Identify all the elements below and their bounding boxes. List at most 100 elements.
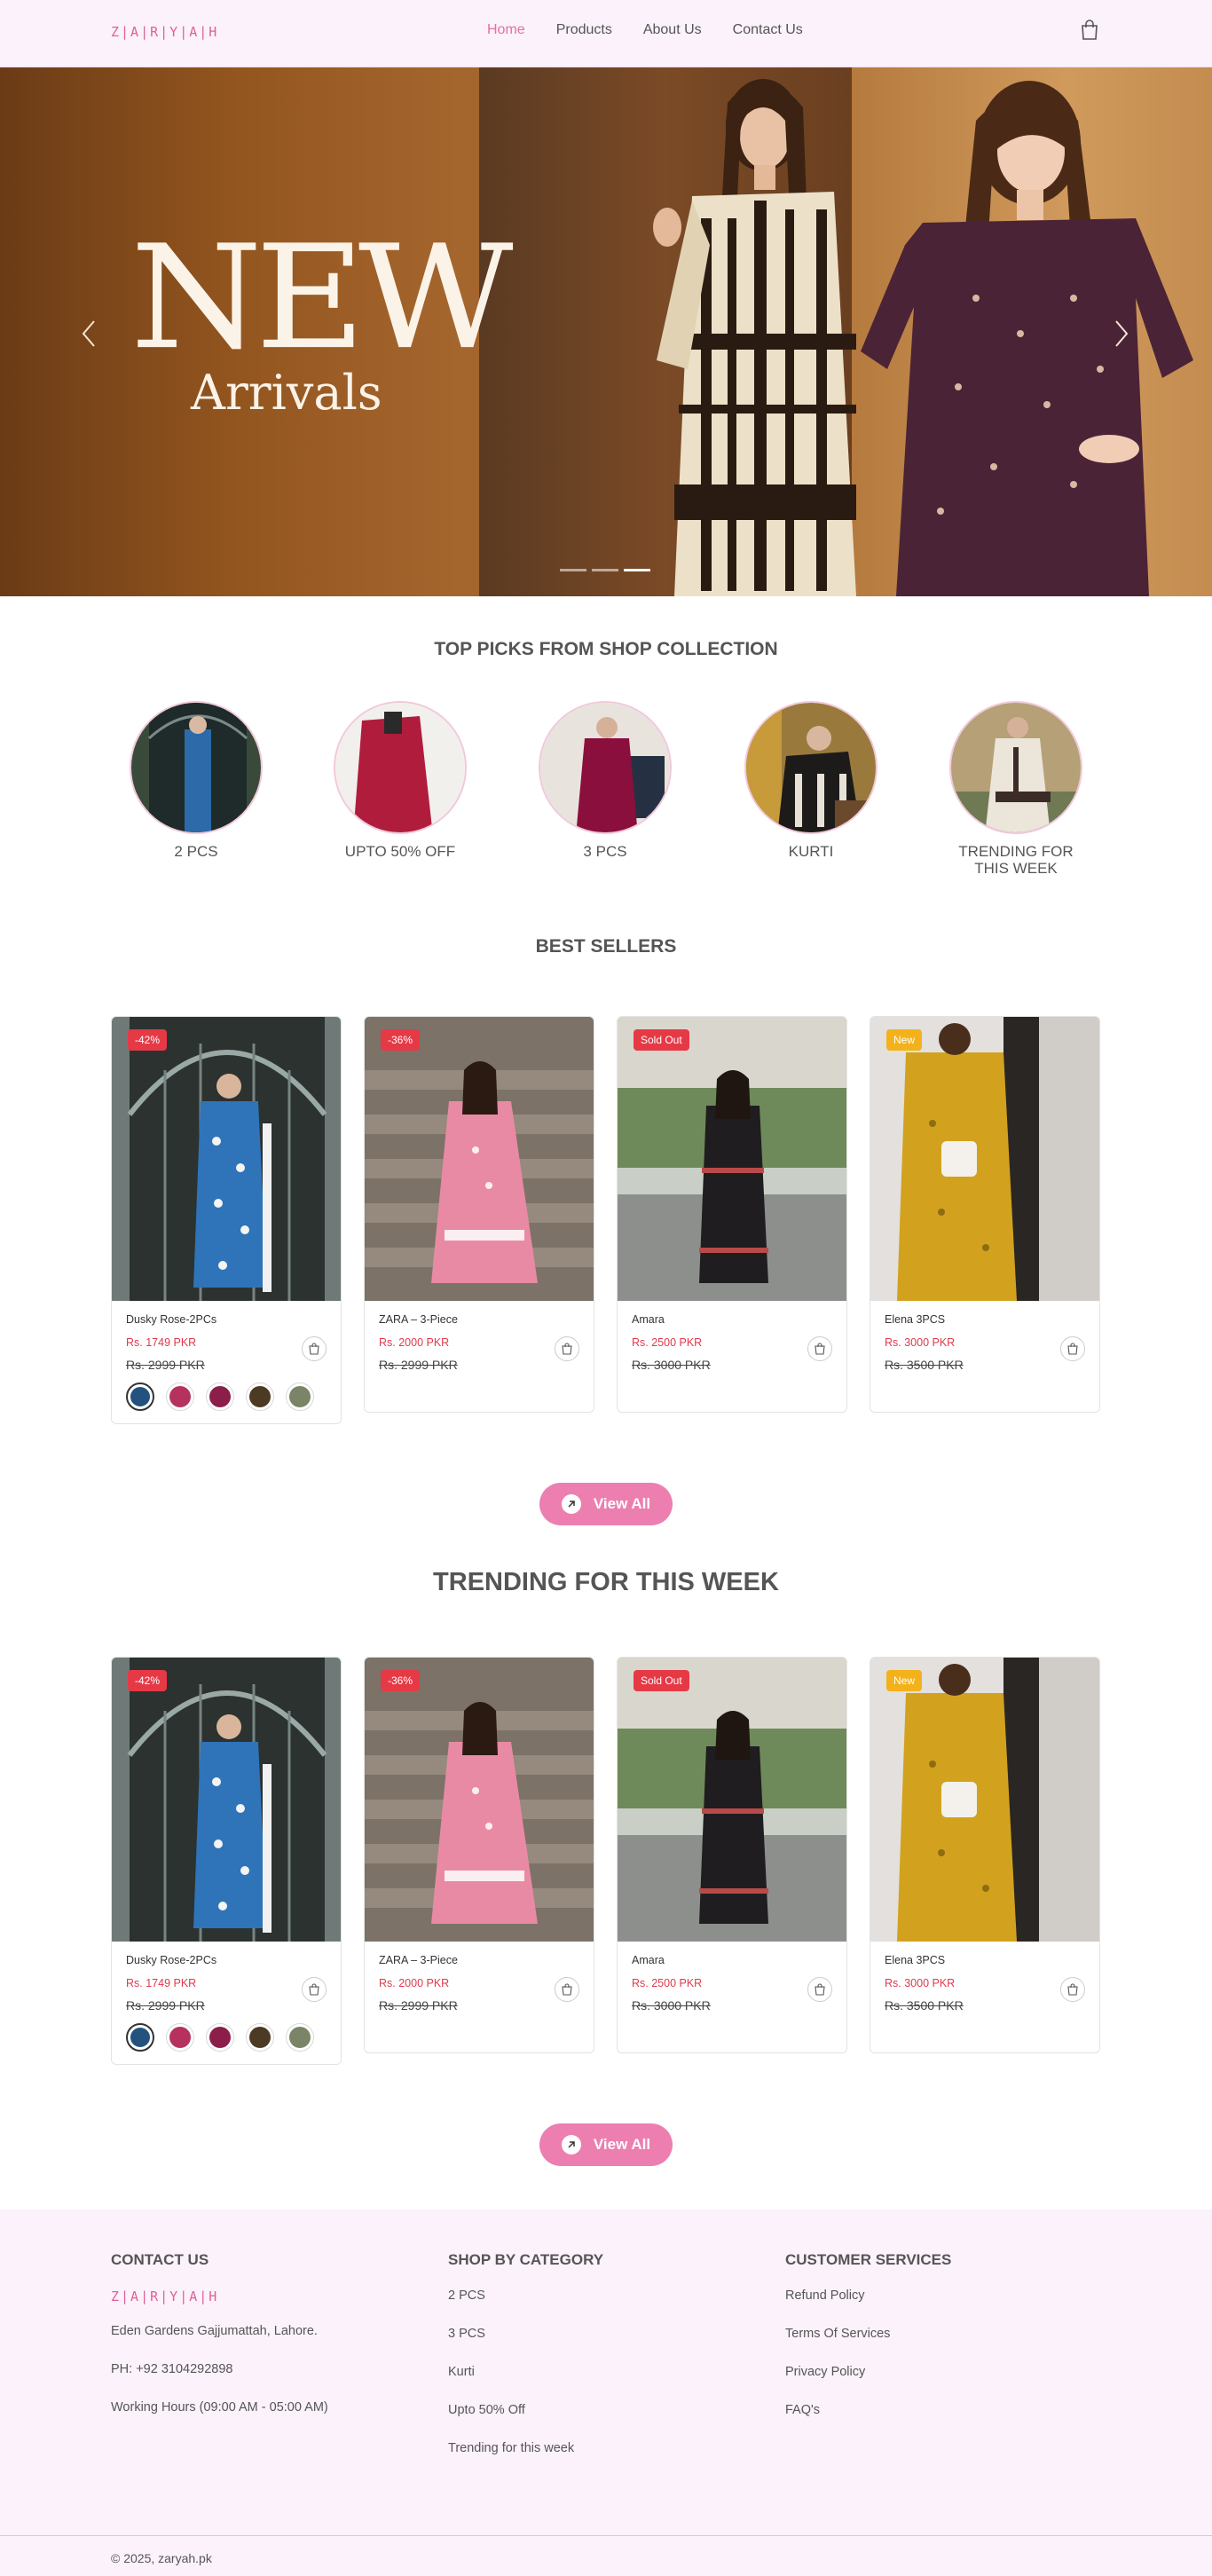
product-old-price: Rs. 3500 PKR <box>885 1358 964 1372</box>
model-printed-outfit-image <box>653 79 856 596</box>
product-name[interactable]: Amara <box>632 1313 832 1326</box>
footer-link-trending[interactable]: Trending for this week <box>448 2441 603 2455</box>
swatch-2[interactable] <box>166 1383 194 1411</box>
slide-dot-2[interactable] <box>592 569 618 571</box>
product-card[interactable]: Sold Out Amara Rs. 2500 PKR Rs. 3000 PKR <box>617 1016 847 1413</box>
model-purple-outfit-image <box>861 81 1193 596</box>
nav-contact-us[interactable]: Contact Us <box>733 22 803 38</box>
nav-home[interactable]: Home <box>487 22 525 38</box>
product-card[interactable]: -42% Dusky Rose-2PCs Rs. 1749 PKR Rs. 29… <box>111 1657 342 2065</box>
add-to-cart-button[interactable] <box>1060 1336 1085 1361</box>
product-image: Sold Out <box>618 1017 846 1301</box>
product-old-price: Rs. 3000 PKR <box>632 1358 711 1372</box>
product-price: Rs. 2500 PKR <box>632 1977 703 1989</box>
product-name[interactable]: Dusky Rose-2PCs <box>126 1954 327 1966</box>
add-to-cart-button[interactable] <box>807 1336 832 1361</box>
hero-banner[interactable]: NEW Arrivals <box>0 67 1212 596</box>
shopping-bag-icon <box>815 1983 825 1996</box>
product-name[interactable]: Elena 3PCS <box>885 1313 1085 1326</box>
add-to-cart-button[interactable] <box>555 1977 579 2002</box>
product-image: -36% <box>365 1017 594 1301</box>
product-image: Sold Out <box>618 1658 846 1942</box>
add-to-cart-button[interactable] <box>1060 1977 1085 2002</box>
footer-categories: SHOP BY CATEGORY 2 PCS 3 PCS Kurti Upto … <box>448 2251 603 2479</box>
footer-link-kurti[interactable]: Kurti <box>448 2365 603 2379</box>
product-price: Rs. 2000 PKR <box>379 1336 450 1349</box>
discount-badge: -36% <box>381 1670 421 1691</box>
view-all-label: View All <box>593 1495 651 1512</box>
nav-about-us[interactable]: About Us <box>643 22 702 38</box>
footer-phone: PH: +92 3104292898 <box>111 2362 233 2376</box>
footer-link-terms[interactable]: Terms Of Services <box>785 2327 951 2341</box>
footer-link-2pcs[interactable]: 2 PCS <box>448 2288 603 2303</box>
product-info: Dusky Rose-2PCs Rs. 1749 PKR Rs. 2999 PK… <box>112 1942 341 2064</box>
add-to-cart-button[interactable] <box>807 1977 832 2002</box>
product-name[interactable]: ZARA – 3-Piece <box>379 1954 579 1966</box>
trending-title: TRENDING FOR THIS WEEK <box>433 1568 779 1596</box>
product-info: Amara Rs. 2500 PKR Rs. 3000 PKR <box>618 1942 846 2025</box>
pick-upto-50-off[interactable]: UPTO 50% OFF <box>334 701 467 860</box>
slide-dot-3[interactable] <box>624 569 650 571</box>
product-card[interactable]: New Elena 3PCS Rs. 3000 PKR Rs. 3500 PKR <box>870 1657 1100 2053</box>
swatch-1[interactable] <box>126 1383 154 1411</box>
footer-address: Eden Gardens Gajjumattah, Lahore. <box>111 2324 318 2338</box>
product-info: ZARA – 3-Piece Rs. 2000 PKR Rs. 2999 PKR <box>365 1301 594 1384</box>
new-badge: New <box>886 1670 923 1691</box>
shopping-bag-icon <box>562 1343 572 1355</box>
footer-divider <box>0 2535 1212 2536</box>
product-card[interactable]: New Elena 3PCS Rs. 3000 PKR Rs. 3500 PKR <box>870 1016 1100 1413</box>
product-price: Rs. 1749 PKR <box>126 1336 197 1349</box>
product-info: Dusky Rose-2PCs Rs. 1749 PKR Rs. 2999 PK… <box>112 1301 341 1423</box>
chevron-left-icon[interactable] <box>78 316 101 351</box>
product-card[interactable]: Sold Out Amara Rs. 2500 PKR Rs. 3000 PKR <box>617 1657 847 2053</box>
footer-link-upto-50-off[interactable]: Upto 50% Off <box>448 2403 603 2417</box>
pick-image <box>949 701 1082 834</box>
product-name[interactable]: ZARA – 3-Piece <box>379 1313 579 1326</box>
brand-logo[interactable]: Z|A|R|Y|A|H <box>111 24 218 40</box>
footer-link-privacy[interactable]: Privacy Policy <box>785 2365 951 2379</box>
footer-link-faqs[interactable]: FAQ's <box>785 2403 951 2417</box>
site-header: Z|A|R|Y|A|H Home Products About Us Conta… <box>0 0 1212 67</box>
product-info: Elena 3PCS Rs. 3000 PKR Rs. 3500 PKR <box>870 1301 1099 1384</box>
add-to-cart-button[interactable] <box>555 1336 579 1361</box>
swatch-1[interactable] <box>126 2023 154 2052</box>
swatch-5[interactable] <box>286 1383 314 1411</box>
shopping-bag-icon[interactable] <box>1080 20 1099 41</box>
pick-kurti[interactable]: KURTI <box>744 701 878 860</box>
view-all-button[interactable]: View All <box>539 2123 673 2166</box>
swatch-2[interactable] <box>166 2023 194 2052</box>
pick-2pcs[interactable]: 2 PCS <box>130 701 263 860</box>
swatch-5[interactable] <box>286 2023 314 2052</box>
swatch-3[interactable] <box>206 1383 234 1411</box>
add-to-cart-button[interactable] <box>302 1336 327 1361</box>
pick-3pcs[interactable]: 3 PCS <box>539 701 672 860</box>
product-card[interactable]: -42% Dusky Rose-2PCs Rs. 1749 PKR Rs. 29… <box>111 1016 342 1424</box>
footer-link-refund-policy[interactable]: Refund Policy <box>785 2288 951 2303</box>
slide-dot-1[interactable] <box>560 569 586 571</box>
product-card[interactable]: -36% ZARA – 3-Piece Rs. 2000 PKR Rs. 299… <box>364 1657 594 2053</box>
footer-contact-title: CONTACT US <box>111 2251 209 2268</box>
swatch-4[interactable] <box>246 2023 274 2052</box>
product-price: Rs. 2000 PKR <box>379 1977 450 1989</box>
nav-products[interactable]: Products <box>556 22 612 38</box>
product-old-price: Rs. 3000 PKR <box>632 1998 711 2013</box>
product-name[interactable]: Dusky Rose-2PCs <box>126 1313 327 1326</box>
footer-link-3pcs[interactable]: 3 PCS <box>448 2327 603 2341</box>
swatch-4[interactable] <box>246 1383 274 1411</box>
product-price: Rs. 3000 PKR <box>885 1336 956 1349</box>
product-name[interactable]: Elena 3PCS <box>885 1954 1085 1966</box>
add-to-cart-button[interactable] <box>302 1977 327 2002</box>
pick-trending-this-week[interactable]: TRENDING FOR THIS WEEK <box>949 701 1082 877</box>
shopping-bag-icon <box>562 1983 572 1996</box>
shopping-bag-icon <box>1067 1343 1078 1355</box>
slide-indicators <box>560 569 650 571</box>
site-footer: CONTACT US Z|A|R|Y|A|H Eden Gardens Gajj… <box>0 2210 1212 2576</box>
view-all-button[interactable]: View All <box>539 1483 673 1525</box>
product-name[interactable]: Amara <box>632 1954 832 1966</box>
product-image: New <box>870 1017 1099 1301</box>
footer-services: CUSTOMER SERVICES Refund Policy Terms Of… <box>785 2251 951 2441</box>
pick-label: 2 PCS <box>174 843 218 860</box>
swatch-3[interactable] <box>206 2023 234 2052</box>
product-card[interactable]: -36% ZARA – 3-Piece Rs. 2000 PKR Rs. 299… <box>364 1016 594 1413</box>
chevron-right-icon[interactable] <box>1109 316 1132 351</box>
